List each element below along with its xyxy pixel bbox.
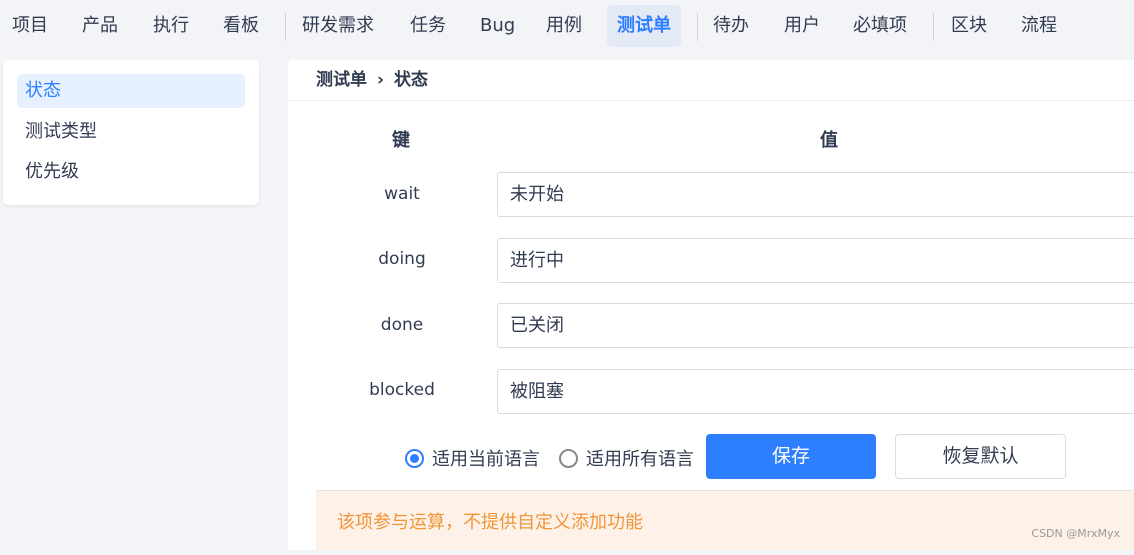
nav-item-product[interactable]: 产品 [72,5,128,47]
radio-label: 适用所有语言 [586,449,694,470]
notice-bar: 该项参与运算，不提供自定义添加功能 [316,490,1134,550]
breadcrumb-current: 状态 [394,70,429,90]
breadcrumb-parent[interactable]: 测试单 [316,70,367,90]
notice-text: 该项参与运算，不提供自定义添加功能 [337,512,643,533]
breadcrumb: 测试单 › 状态 [288,60,1134,101]
row-key: doing [378,249,426,269]
nav-divider [285,13,286,41]
row-key: wait [384,184,420,204]
top-nav: 项目 产品 执行 看板 研发需求 任务 Bug 用例 测试单 待办 用户 必填项… [0,0,1134,50]
sidebar-item-type[interactable]: 测试类型 [17,115,245,149]
nav-item-case[interactable]: 用例 [536,5,592,47]
nav-divider [933,13,934,41]
value-input[interactable]: 未开始 [497,172,1134,217]
main-panel: 测试单 › 状态 键 值 wait 未开始 doing 进行中 done 已关闭 b… [288,60,1134,550]
reset-default-button[interactable]: 恢复默认 [895,434,1066,479]
nav-item-testtask[interactable]: 测试单 [607,5,681,47]
nav-item-task[interactable]: 任务 [400,5,456,47]
nav-item-required[interactable]: 必填项 [843,5,917,47]
nav-item-todo[interactable]: 待办 [703,5,759,47]
save-button[interactable]: 保存 [706,434,876,479]
radio-checked-icon[interactable] [405,448,424,468]
sidebar: 状态 测试类型 优先级 [3,60,259,205]
nav-divider [697,13,698,41]
sidebar-item-status[interactable]: 状态 [17,74,245,108]
row-key: done [380,315,424,335]
watermark: CSDN @MrxMyx [1031,527,1120,540]
nav-item-bug[interactable]: Bug [470,5,525,47]
sidebar-item-priority[interactable]: 优先级 [17,155,245,189]
radio-all-languages[interactable]: 适用所有语言 [559,445,694,471]
nav-item-flow[interactable]: 流程 [1011,5,1067,47]
nav-item-user[interactable]: 用户 [774,5,830,47]
radio-unchecked-icon[interactable] [559,448,578,468]
radio-current-language[interactable]: 适用当前语言 [405,445,540,471]
value-input[interactable]: 被阻塞 [497,369,1134,414]
nav-item-project[interactable]: 项目 [2,5,58,47]
nav-item-block[interactable]: 区块 [941,5,997,47]
nav-item-story[interactable]: 研发需求 [292,5,384,47]
chevron-right-icon: › [377,70,385,90]
row-key: blocked [369,380,435,400]
value-input[interactable]: 进行中 [497,238,1134,283]
nav-item-kanban[interactable]: 看板 [213,5,269,47]
value-input[interactable]: 已关闭 [497,303,1134,348]
radio-label: 适用当前语言 [432,449,540,470]
key-header: 键 [392,130,410,151]
value-header: 值 [820,130,838,151]
nav-item-execution[interactable]: 执行 [143,5,199,47]
